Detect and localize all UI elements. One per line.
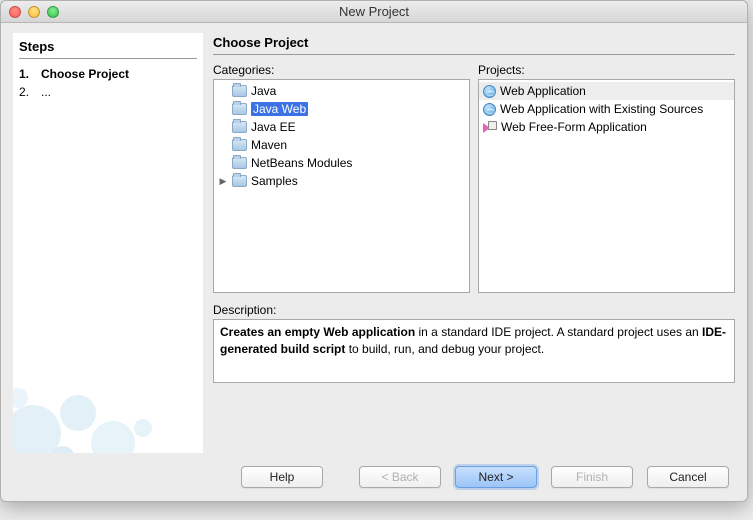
next-button[interactable]: Next > [455,466,537,488]
steps-header: Steps [19,37,197,59]
projects-list[interactable]: Web Application Web Application with Exi… [478,79,735,293]
globe-icon [483,103,496,116]
steps-list: 1. Choose Project 2. ... [19,65,197,101]
window-controls [9,6,59,18]
zoom-icon[interactable] [47,6,59,18]
category-samples[interactable]: ▶ Samples [214,172,469,190]
new-project-dialog: New Project Steps 1. Choose Project 2. .… [0,0,748,502]
globe-icon [483,85,496,98]
cancel-button[interactable]: Cancel [647,466,729,488]
step-label: Choose Project [41,67,129,81]
projects-label: Projects: [478,63,735,77]
folder-icon [232,103,247,115]
folder-icon [232,157,247,169]
description-text: Creates an empty Web application in a st… [213,319,735,383]
categories-column: Categories: Java Java Web [213,63,470,293]
category-maven[interactable]: Maven [214,136,469,154]
folder-icon [232,85,247,97]
folder-icon [232,175,247,187]
category-java-web[interactable]: Java Web [214,100,469,118]
category-java[interactable]: Java [214,82,469,100]
selectors-row: Categories: Java Java Web [213,63,735,293]
dialog-body: Steps 1. Choose Project 2. ... [1,23,747,501]
close-icon[interactable] [9,6,21,18]
finish-button[interactable]: Finish [551,466,633,488]
back-button[interactable]: < Back [359,466,441,488]
description-label: Description: [213,303,735,317]
categories-label: Categories: [213,63,470,77]
category-netbeans-modules[interactable]: NetBeans Modules [214,154,469,172]
step-choose-project: 1. Choose Project [19,65,197,83]
minimize-icon[interactable] [28,6,40,18]
help-button[interactable]: Help [241,466,323,488]
main-area: Steps 1. Choose Project 2. ... [1,23,747,453]
folder-icon [232,139,247,151]
projects-column: Projects: Web Application Web Applicatio… [478,63,735,293]
choose-project-panel: Choose Project Categories: Java Java Web [213,33,735,453]
category-java-ee[interactable]: Java EE [214,118,469,136]
panel-header: Choose Project [213,33,735,55]
step-label: ... [41,85,51,99]
project-web-application-existing[interactable]: Web Application with Existing Sources [479,100,734,118]
step-pending: 2. ... [19,83,197,101]
categories-list[interactable]: Java Java Web Java EE [213,79,470,293]
description-area: Description: Creates an empty Web applic… [213,303,735,383]
freeform-icon [483,121,497,133]
project-web-application[interactable]: Web Application [479,82,734,100]
project-web-freeform[interactable]: Web Free-Form Application [479,118,734,136]
folder-icon [232,121,247,133]
window-title: New Project [1,4,747,19]
button-bar: Help < Back Next > Finish Cancel [1,453,747,501]
titlebar: New Project [1,1,747,23]
steps-panel: Steps 1. Choose Project 2. ... [13,33,203,453]
decorative-bubbles [13,333,203,453]
expand-arrow-icon[interactable]: ▶ [218,176,228,186]
